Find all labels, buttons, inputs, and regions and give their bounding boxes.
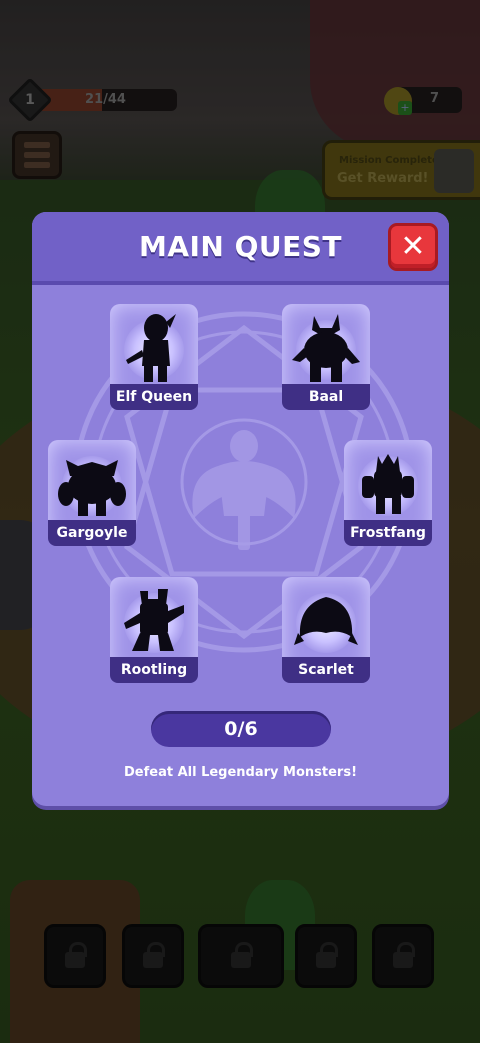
monster-card-rootling[interactable]: Rootling xyxy=(110,577,198,685)
monster-name: Elf Queen xyxy=(110,384,198,410)
monster-name: Baal xyxy=(282,384,370,410)
monster-card-gargoyle[interactable]: Gargoyle xyxy=(48,440,136,548)
monster-name: Frostfang xyxy=(344,520,432,546)
baal-silhouette-icon xyxy=(292,314,360,382)
elf-queen-silhouette-icon xyxy=(126,314,176,382)
dialog-title: MAIN QUEST xyxy=(138,230,343,263)
gargoyle-silhouette-icon xyxy=(58,460,126,516)
scarlet-silhouette-icon xyxy=(294,597,358,645)
monster-name: Rootling xyxy=(110,657,198,683)
close-button[interactable]: ✕ xyxy=(388,223,438,271)
rootling-silhouette-icon xyxy=(124,589,184,651)
dialog-header: MAIN QUEST ✕ xyxy=(32,212,449,285)
quest-description: Defeat All Legendary Monsters! xyxy=(123,765,358,780)
close-icon: ✕ xyxy=(400,229,426,264)
quest-progress-text: 0/6 xyxy=(224,718,258,740)
quest-progress-bar: 0/6 xyxy=(151,711,331,747)
main-quest-dialog: MAIN QUEST ✕ Elf Queen Baal Gargoyle Fro… xyxy=(32,212,449,806)
monster-card-frostfang[interactable]: Frostfang xyxy=(344,440,432,548)
monster-card-scarlet[interactable]: Scarlet xyxy=(282,577,370,685)
monster-name: Gargoyle xyxy=(48,520,136,546)
monster-name: Scarlet xyxy=(282,657,370,683)
monster-card-baal[interactable]: Baal xyxy=(282,304,370,412)
frostfang-silhouette-icon xyxy=(362,454,414,514)
monster-card-elf-queen[interactable]: Elf Queen xyxy=(110,304,198,412)
